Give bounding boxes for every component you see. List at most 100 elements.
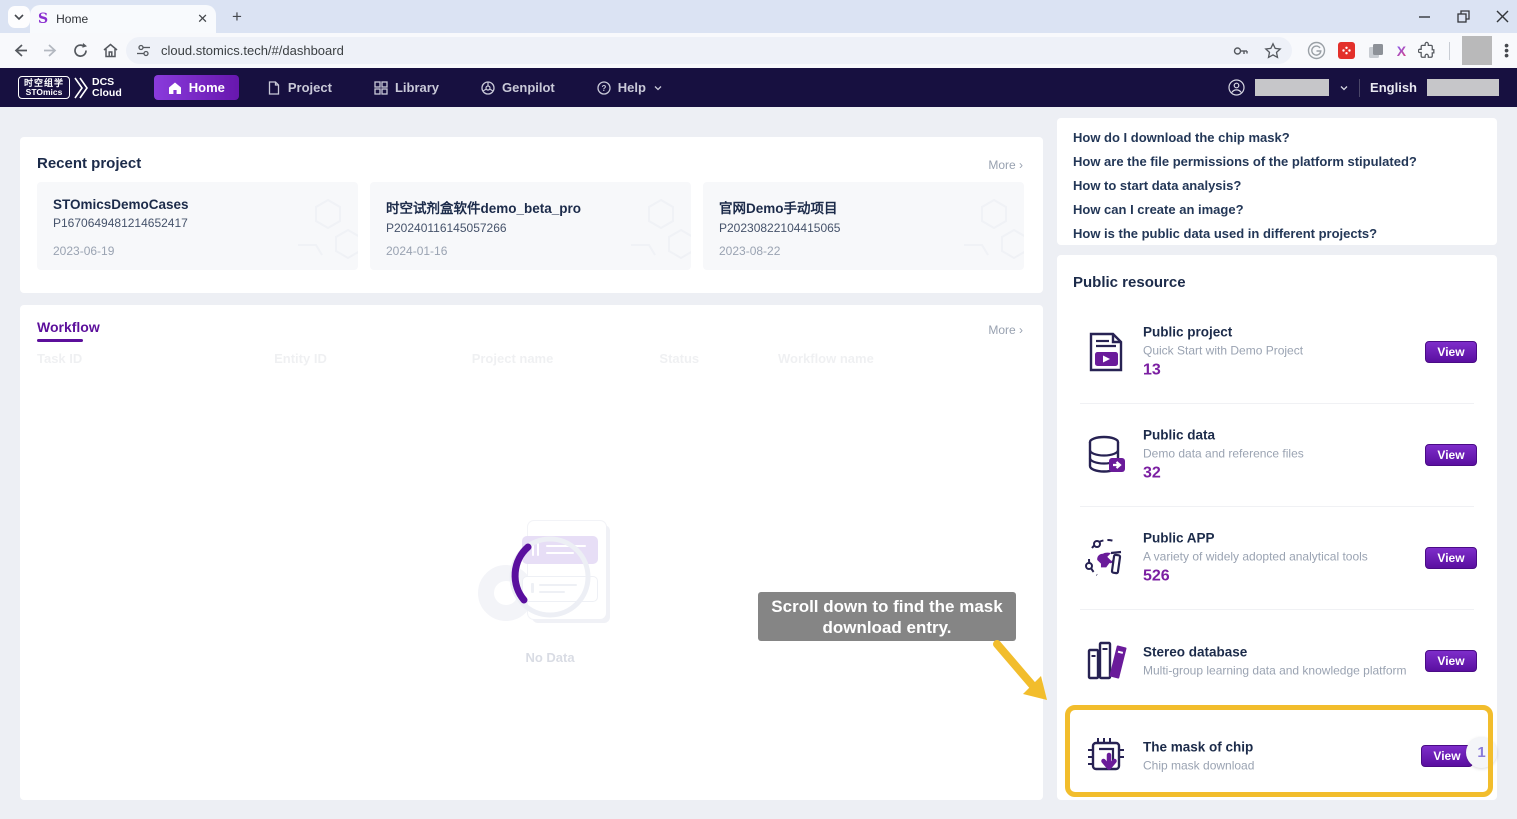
col-project-name: Project name: [472, 351, 660, 366]
back-button[interactable]: [10, 41, 30, 61]
app-navbar: 时空组学 STOmics DCS Cloud Home Project Libr…: [0, 68, 1517, 107]
nav-label: Project: [288, 80, 332, 95]
view-button[interactable]: View: [1425, 547, 1477, 569]
project-card[interactable]: STOmicsDemoCases P1670649481214652417 20…: [37, 182, 358, 270]
col-workflow-name: Workflow name: [778, 351, 1025, 366]
no-data-label: No Data: [450, 650, 650, 665]
user-icon[interactable]: [1228, 79, 1245, 96]
nav-item-library[interactable]: Library: [360, 75, 453, 100]
browser-tabstrip: S Home ✕ +: [0, 0, 1517, 33]
extension-pages-icon[interactable]: [1367, 42, 1385, 60]
minimize-icon[interactable]: [1418, 10, 1431, 23]
home-button[interactable]: [100, 41, 120, 61]
profile-avatar[interactable]: [1462, 36, 1492, 65]
resource-row-public-data[interactable]: Public data Demo data and reference file…: [1057, 403, 1497, 506]
project-card[interactable]: 时空试剂盒软件demo_beta_pro P20240116145057266 …: [370, 182, 691, 270]
tab-close-icon[interactable]: ✕: [197, 11, 208, 27]
logo-chevron-icon: [74, 77, 88, 99]
resource-row-stereo-database[interactable]: Stereo database Multi-group learning dat…: [1057, 609, 1497, 712]
view-button[interactable]: View: [1425, 341, 1477, 363]
nav-label: Library: [395, 80, 439, 95]
extensions-puzzle-icon[interactable]: [1418, 41, 1437, 60]
hexagon-pattern: [601, 190, 691, 270]
browser-toolbar: cloud.stomics.tech/#/dashboard X •••: [0, 33, 1517, 68]
nav-item-project[interactable]: Project: [253, 75, 346, 100]
nav-item-genpilot[interactable]: Genpilot: [467, 75, 569, 100]
view-button[interactable]: View: [1421, 745, 1473, 767]
resource-count: 13: [1143, 361, 1303, 379]
url-text[interactable]: cloud.stomics.tech/#/dashboard: [161, 43, 1222, 58]
resource-row-public-project[interactable]: Public project Quick Start with Demo Pro…: [1057, 300, 1497, 403]
view-button[interactable]: View: [1425, 650, 1477, 672]
new-tab-button[interactable]: +: [228, 8, 246, 26]
public-resource-title: Public resource: [1073, 274, 1186, 291]
project-card[interactable]: 官网Demo手动项目 P20230822104415065 2023-08-22: [703, 182, 1024, 270]
home-icon: [168, 81, 182, 95]
genpilot-icon: [481, 81, 495, 95]
chevron-down-icon: [13, 11, 25, 23]
nav-item-help[interactable]: ? Help: [583, 75, 677, 100]
nav-label: Genpilot: [502, 80, 555, 95]
resource-name: Public project: [1143, 324, 1303, 339]
username-redacted[interactable]: [1255, 79, 1329, 96]
address-bar[interactable]: cloud.stomics.tech/#/dashboard: [126, 37, 1292, 64]
workflow-card: Workflow More › Task ID Entity ID Projec…: [20, 305, 1043, 800]
logo-brand-line1: DCS: [92, 77, 122, 88]
faq-link[interactable]: How to start data analysis?: [1073, 174, 1481, 198]
faq-link[interactable]: How are the file permissions of the plat…: [1073, 150, 1481, 174]
faq-link[interactable]: How do I download the chip mask?: [1073, 126, 1481, 150]
resource-text: Public project Quick Start with Demo Pro…: [1143, 324, 1303, 379]
view-button[interactable]: View: [1425, 444, 1477, 466]
resource-row-public-app[interactable]: Public APP A variety of widely adopted a…: [1057, 506, 1497, 609]
forward-button[interactable]: [40, 41, 60, 61]
restore-icon[interactable]: [1457, 10, 1470, 23]
resource-desc: Quick Start with Demo Project: [1143, 343, 1303, 357]
nav-item-home[interactable]: Home: [154, 75, 239, 100]
nav-items: Home Project Library Genpilot ? Help: [154, 75, 677, 100]
language-switch[interactable]: English: [1370, 80, 1417, 95]
resource-name: Public APP: [1143, 530, 1368, 545]
wrench-tools-icon: [1083, 535, 1129, 581]
close-icon[interactable]: [1496, 10, 1509, 23]
reload-button[interactable]: [70, 41, 90, 61]
faq-link[interactable]: How can I create an image?: [1073, 198, 1481, 222]
row-divider: [1080, 506, 1474, 507]
recent-project-row: STOmicsDemoCases P1670649481214652417 20…: [37, 182, 1024, 270]
tab-search-button[interactable]: [8, 6, 30, 28]
hexagon-pattern: [934, 190, 1024, 270]
nav-label: Home: [189, 80, 225, 95]
browser-menu-icon[interactable]: •••: [1504, 43, 1509, 58]
chevron-down-icon: [653, 83, 663, 93]
tab-title: Home: [56, 12, 189, 26]
stomics-logo[interactable]: 时空组学 STOmics DCS Cloud: [18, 76, 122, 99]
password-key-icon[interactable]: [1232, 42, 1250, 60]
annotation-arrow-icon: [985, 638, 1060, 710]
browser-tab[interactable]: S Home ✕: [30, 5, 216, 33]
navbar-right: English: [1228, 79, 1499, 97]
window-controls: [1418, 0, 1509, 33]
site-settings-icon[interactable]: [136, 43, 151, 58]
workflow-tab[interactable]: Workflow: [37, 319, 100, 335]
navbar-redacted: [1427, 79, 1499, 96]
logo-text-en: STOmics: [24, 88, 64, 97]
stomics-logo-box: 时空组学 STOmics: [18, 76, 70, 99]
bookmark-star-icon[interactable]: [1264, 42, 1282, 60]
svg-text:?: ?: [601, 84, 606, 93]
row-divider: [1080, 403, 1474, 404]
navbar-separator: [1359, 79, 1360, 97]
logo-brand: DCS Cloud: [92, 77, 122, 99]
recent-project-more-link[interactable]: More ›: [988, 158, 1023, 172]
faq-card: How do I download the chip mask? How are…: [1057, 118, 1497, 245]
extension-x-icon[interactable]: X: [1397, 43, 1406, 59]
site-favicon-icon: S: [38, 11, 48, 27]
resource-row-mask-of-chip[interactable]: The mask of chip Chip mask download View: [1057, 712, 1497, 800]
extension-red-icon[interactable]: [1338, 42, 1355, 59]
chevron-down-icon[interactable]: [1339, 83, 1349, 93]
faq-link[interactable]: How is the public data used in different…: [1073, 222, 1481, 246]
project-file-icon: [267, 81, 281, 95]
books-icon: [1083, 638, 1129, 684]
workflow-more-link[interactable]: More ›: [988, 323, 1023, 337]
resource-text: The mask of chip Chip mask download: [1143, 740, 1254, 773]
extension-g-icon[interactable]: [1307, 41, 1326, 60]
database-icon: [1083, 432, 1129, 478]
